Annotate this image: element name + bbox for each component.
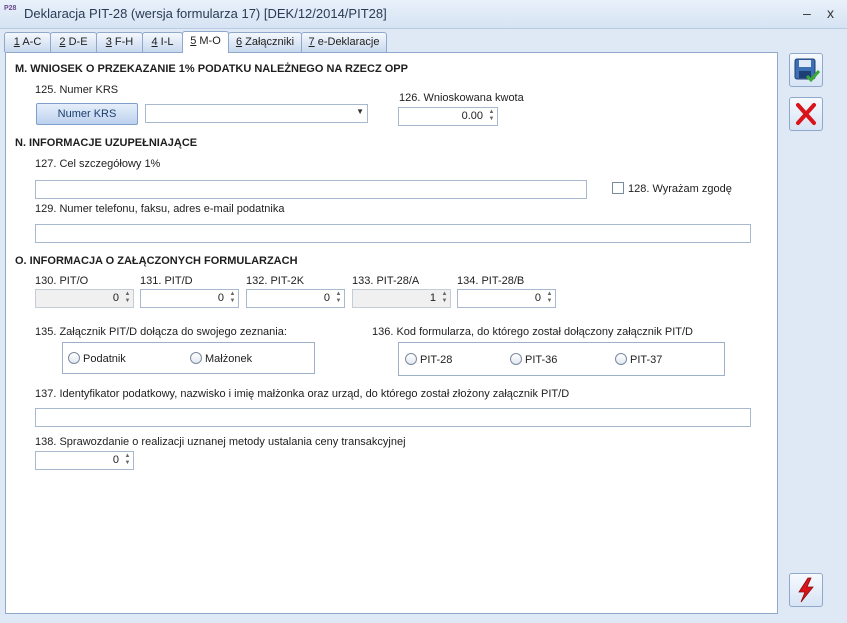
pit-d-spinner[interactable]: ▲ ▼ [228,291,237,305]
form-code-radio-group: PIT-28 PIT-36 PIT-37 [398,342,725,376]
radio-pit-37[interactable]: PIT-37 [615,353,662,366]
contact-input[interactable] [35,224,751,243]
pit-d-value: 0 [217,292,224,304]
consent-checkbox[interactable]: 128. Wyrażam zgodę [612,182,732,195]
radio-podatnik[interactable]: Podatnik [68,352,126,365]
amount-label: 126. Wnioskowana kwota [399,92,524,104]
section-o-title: O. INFORMACJA O ZAŁĄCZONYCH FORMULARZACH [15,255,298,267]
amount-input[interactable]: 0.00 ▲ ▼ [398,107,498,126]
report-value: 0 [112,454,119,466]
form-panel: M. WNIOSEK O PRZEKAZANIE 1% PODATKU NALE… [5,52,778,614]
goal-input[interactable] [35,180,587,199]
report-spinner[interactable]: ▲ ▼ [123,453,132,467]
lightning-icon [798,577,814,603]
save-button[interactable] [789,53,823,87]
pit-28a-count[interactable]: 1 ▲ ▼ [352,289,451,308]
report-label: 138. Sprawozdanie o realizacji uznanej m… [35,436,406,448]
amount-spinner[interactable]: ▲ ▼ [487,109,496,123]
pit-28b-spinner[interactable]: ▲ ▼ [545,291,554,305]
action-button[interactable] [789,573,823,607]
tab-a-c[interactable]: 1 A-C [4,32,51,52]
app-icon: P28 [4,5,17,12]
pit-28b-label: 134. PIT-28/B [457,275,525,287]
checkbox-icon [612,182,624,194]
window-title: Deklaracja PIT-28 (wersja formularza 17)… [24,6,387,21]
pit-d-count[interactable]: 0 ▲ ▼ [140,289,239,308]
attach-radio-group: Podatnik Małżonek [62,342,315,374]
tab-d-e[interactable]: 2 D-E [50,32,97,52]
report-count[interactable]: 0 ▲ ▼ [35,451,134,470]
minimize-button[interactable]: – [803,5,811,21]
title-bar: P28 Deklaracja PIT-28 (wersja formularza… [0,0,847,29]
attach-label: 135. Załącznik PIT/D dołącza do swojego … [35,326,287,338]
pit-28a-value: 1 [429,292,436,304]
radio-pit-28[interactable]: PIT-28 [405,353,452,366]
radio-icon [68,352,80,364]
krs-combo[interactable]: ▼ [145,104,368,123]
tab-i-l[interactable]: 4 I-L [142,32,183,52]
pit-28b-value: 0 [534,292,541,304]
chevron-down-icon[interactable]: ▼ [356,107,364,116]
pit-o-label: 130. PIT/O [35,275,89,287]
goal-label: 127. Cel szczegółowy 1% [35,158,161,170]
pit-d-label: 131. PIT/D [140,275,193,287]
radio-icon [190,352,202,364]
tab-zalaczniki[interactable]: 6 Załączniki [228,32,302,52]
section-n-title: N. INFORMACJE UZUPEŁNIAJĄCE [15,137,198,149]
pit-2k-spinner[interactable]: ▲ ▼ [334,291,343,305]
tab-f-h[interactable]: 3 F-H [96,32,143,52]
red-x-icon [796,103,816,125]
pit-2k-label: 132. PIT-2K [246,275,305,287]
pit-o-spinner[interactable]: ▲ ▼ [123,291,132,305]
form-code-label: 136. Kod formularza, do którego został d… [372,326,693,338]
radio-icon [510,353,522,365]
pit-28a-spinner[interactable]: ▲ ▼ [440,291,449,305]
radio-icon [405,353,417,365]
pit-2k-count[interactable]: 0 ▲ ▼ [246,289,345,308]
amount-value: 0.00 [461,110,483,122]
tab-e-deklaracje[interactable]: 7 e-Deklaracje [301,32,387,52]
pit-28b-count[interactable]: 0 ▲ ▼ [457,289,556,308]
tab-m-o[interactable]: 5 M-O [182,31,229,53]
krs-label: 125. Numer KRS [35,84,119,96]
close-button[interactable]: x [827,5,834,21]
radio-pit-36[interactable]: PIT-36 [510,353,557,366]
pit-o-value: 0 [112,292,119,304]
spouse-input[interactable] [35,408,751,427]
krs-lookup-button[interactable]: Numer KRS [36,103,138,125]
save-disk-icon [794,58,821,83]
consent-label: 128. Wyrażam zgodę [628,183,732,195]
section-m-title: M. WNIOSEK O PRZEKAZANIE 1% PODATKU NALE… [15,63,408,75]
contact-label: 129. Numer telefonu, faksu, adres e-mail… [35,203,285,215]
cancel-button[interactable] [789,97,823,131]
pit-28a-label: 133. PIT-28/A [352,275,420,287]
spouse-label: 137. Identyfikator podatkowy, nazwisko i… [35,388,570,400]
radio-icon [615,353,627,365]
pit-2k-value: 0 [323,292,330,304]
pit-o-count[interactable]: 0 ▲ ▼ [35,289,134,308]
radio-malzonek[interactable]: Małżonek [190,352,252,365]
